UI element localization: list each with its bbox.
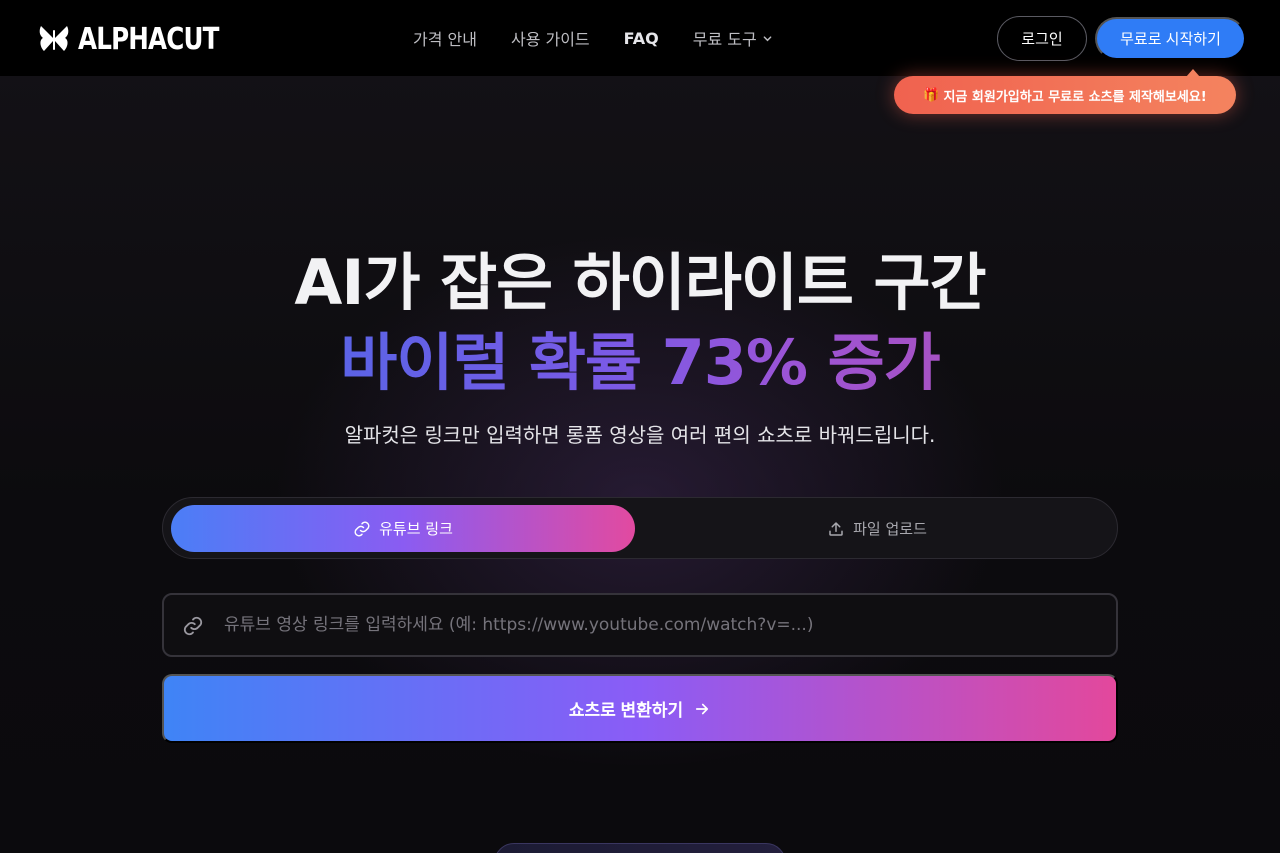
link-icon bbox=[354, 521, 370, 536]
nav-link-pricing[interactable]: 가격 안내 bbox=[413, 26, 477, 50]
upload-icon bbox=[829, 521, 843, 536]
hero-subtitle: 알파컷은 링크만 입력하면 롱폼 영상을 여러 편의 쇼츠로 바꿔드립니다. bbox=[344, 423, 936, 447]
tab-youtube-link[interactable]: 유튜브 링크 bbox=[171, 505, 635, 552]
tab-upload-label: 파일 업로드 bbox=[853, 520, 927, 538]
youtube-url-input[interactable] bbox=[224, 605, 1104, 645]
top-navigation-bar: ALPHACUT 가격 안내 사용 가이드 FAQ 무료 도구 로그인 무료로 … bbox=[0, 0, 1280, 76]
nav-link-guide[interactable]: 사용 가이드 bbox=[511, 26, 590, 50]
convert-button-label: 쇼츠로 변환하기 bbox=[568, 701, 684, 720]
brand-logo[interactable]: ALPHACUT bbox=[38, 21, 250, 57]
tab-youtube-label: 유튜브 링크 bbox=[379, 520, 453, 538]
link-icon bbox=[183, 616, 203, 636]
butterfly-logo-icon bbox=[39, 26, 69, 51]
bottom-section-pill bbox=[494, 843, 786, 853]
nav-link-faq[interactable]: FAQ bbox=[624, 29, 659, 48]
youtube-url-field[interactable] bbox=[162, 593, 1118, 657]
hero-title-line1: AI가 잡은 하이라이트 구간 bbox=[294, 246, 986, 319]
nav-dropdown-label: 무료 도구 bbox=[692, 30, 757, 49]
arrow-right-icon bbox=[696, 703, 709, 714]
start-free-button[interactable]: 무료로 시작하기 bbox=[1095, 17, 1246, 60]
gift-icon: 🎁 bbox=[923, 87, 940, 103]
brand-name: ALPHACUT bbox=[78, 21, 219, 57]
nav-dropdown-free-tools[interactable]: 무료 도구 bbox=[693, 26, 772, 50]
chevron-down-icon bbox=[763, 35, 772, 41]
promo-text: 지금 회원가입하고 무료로 쇼츠를 제작해보세요! bbox=[943, 89, 1207, 105]
login-button[interactable]: 로그인 bbox=[997, 16, 1087, 61]
tab-file-upload[interactable]: 파일 업로드 bbox=[643, 505, 1111, 552]
convert-to-shorts-button[interactable]: 쇼츠로 변환하기 bbox=[162, 674, 1118, 743]
signup-promo-tooltip: 🎁 지금 회원가입하고 무료로 쇼츠를 제작해보세요! bbox=[894, 69, 1236, 114]
source-tabs: 유튜브 링크 파일 업로드 bbox=[162, 497, 1118, 559]
nav-links: 가격 안내 사용 가이드 FAQ 무료 도구 bbox=[413, 26, 772, 50]
hero-title-highlight: 바이럴 확률 73% 증가 bbox=[340, 326, 940, 399]
hero-title-line2: 바이럴 확률 73% 증가 bbox=[0, 312, 1280, 402]
